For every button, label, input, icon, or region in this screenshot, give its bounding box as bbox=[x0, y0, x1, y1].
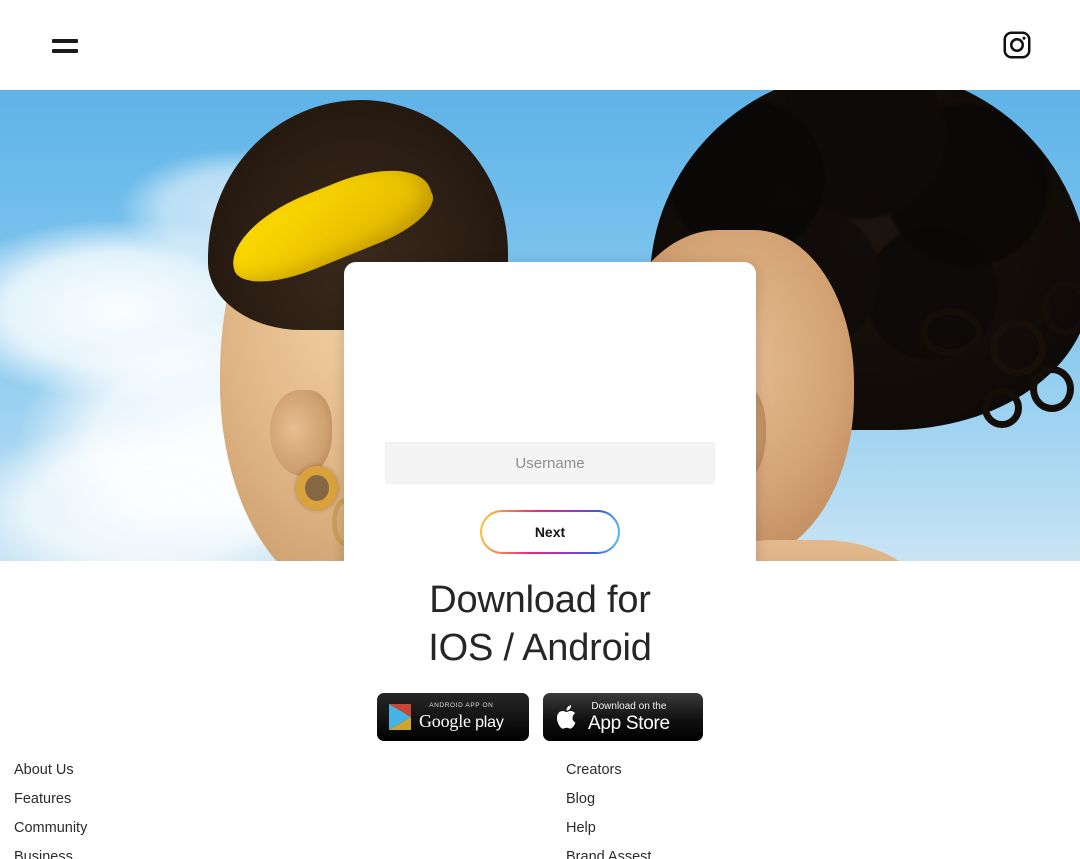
instagram-logo-icon[interactable] bbox=[1002, 30, 1032, 60]
footer-link-blog[interactable]: Blog bbox=[566, 791, 651, 807]
next-button[interactable]: Next bbox=[482, 512, 618, 552]
download-heading-line1: Download for bbox=[429, 579, 651, 621]
footer-link-brand-assest[interactable]: Brand Assest bbox=[566, 849, 651, 859]
google-play-small-label: ANDROID APP ON bbox=[429, 702, 494, 710]
hamburger-menu-icon[interactable] bbox=[52, 37, 78, 53]
google-play-badge[interactable]: ANDROID APP ON Google play bbox=[377, 693, 529, 741]
hero-banner: Next bbox=[0, 90, 1080, 561]
hoop-earring bbox=[296, 466, 338, 510]
footer-column-1: About Us Features Community Business bbox=[14, 756, 566, 859]
footer-link-about-us[interactable]: About Us bbox=[14, 762, 566, 778]
login-card: Next bbox=[344, 262, 756, 561]
site-header bbox=[0, 0, 1080, 90]
app-store-small-label: Download on the bbox=[591, 700, 667, 712]
google-play-text: ANDROID APP ON Google play bbox=[419, 703, 504, 731]
app-store-badge[interactable]: Download on the App Store bbox=[543, 693, 703, 741]
footer-column-2: Creators Blog Help Brand Assest bbox=[566, 756, 651, 859]
download-section: Download for IOS / Android ANDROID APP O… bbox=[0, 561, 1080, 741]
store-badges: ANDROID APP ON Google play Download on t… bbox=[0, 693, 1080, 741]
download-heading-line2: IOS / Android bbox=[428, 627, 652, 669]
app-store-text: Download on the App Store bbox=[588, 700, 670, 734]
hamburger-bar bbox=[52, 39, 78, 43]
footer-link-help[interactable]: Help bbox=[566, 820, 651, 836]
hair-curl bbox=[982, 388, 1022, 428]
hair-curl bbox=[920, 308, 982, 356]
download-heading: Download for IOS / Android bbox=[0, 581, 1080, 667]
app-store-brand: App Store bbox=[588, 712, 670, 734]
hair-curl bbox=[1030, 366, 1074, 412]
google-play-brand: Google play bbox=[419, 710, 504, 731]
apple-icon bbox=[556, 705, 576, 729]
footer-link-creators[interactable]: Creators bbox=[566, 762, 651, 778]
footer-link-community[interactable]: Community bbox=[14, 820, 566, 836]
google-play-icon bbox=[389, 704, 411, 730]
ear bbox=[270, 390, 332, 476]
username-input[interactable] bbox=[385, 442, 715, 484]
hamburger-bar bbox=[52, 49, 78, 53]
hair-curl bbox=[990, 320, 1046, 376]
site-footer: About Us Features Community Business Cre… bbox=[0, 756, 1080, 859]
landing-page: Next Download for IOS / Android ANDROID … bbox=[0, 0, 1080, 859]
footer-link-features[interactable]: Features bbox=[14, 791, 566, 807]
next-button-gradient-frame[interactable]: Next bbox=[480, 510, 620, 554]
footer-link-business[interactable]: Business bbox=[14, 849, 566, 859]
